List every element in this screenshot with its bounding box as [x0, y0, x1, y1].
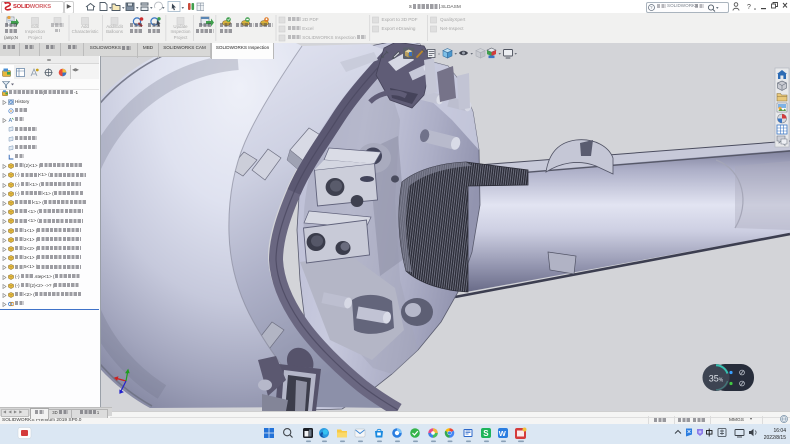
svg-text:W: W: [499, 429, 507, 438]
svg-text:2022/8/15: 2022/8/15: [764, 435, 786, 441]
svg-text:S: S: [483, 429, 489, 438]
svg-text:16:04: 16:04: [773, 428, 786, 434]
svg-text:A: A: [9, 118, 13, 123]
svg-text:?: ?: [747, 4, 751, 11]
svg-text:?: ?: [650, 5, 653, 10]
